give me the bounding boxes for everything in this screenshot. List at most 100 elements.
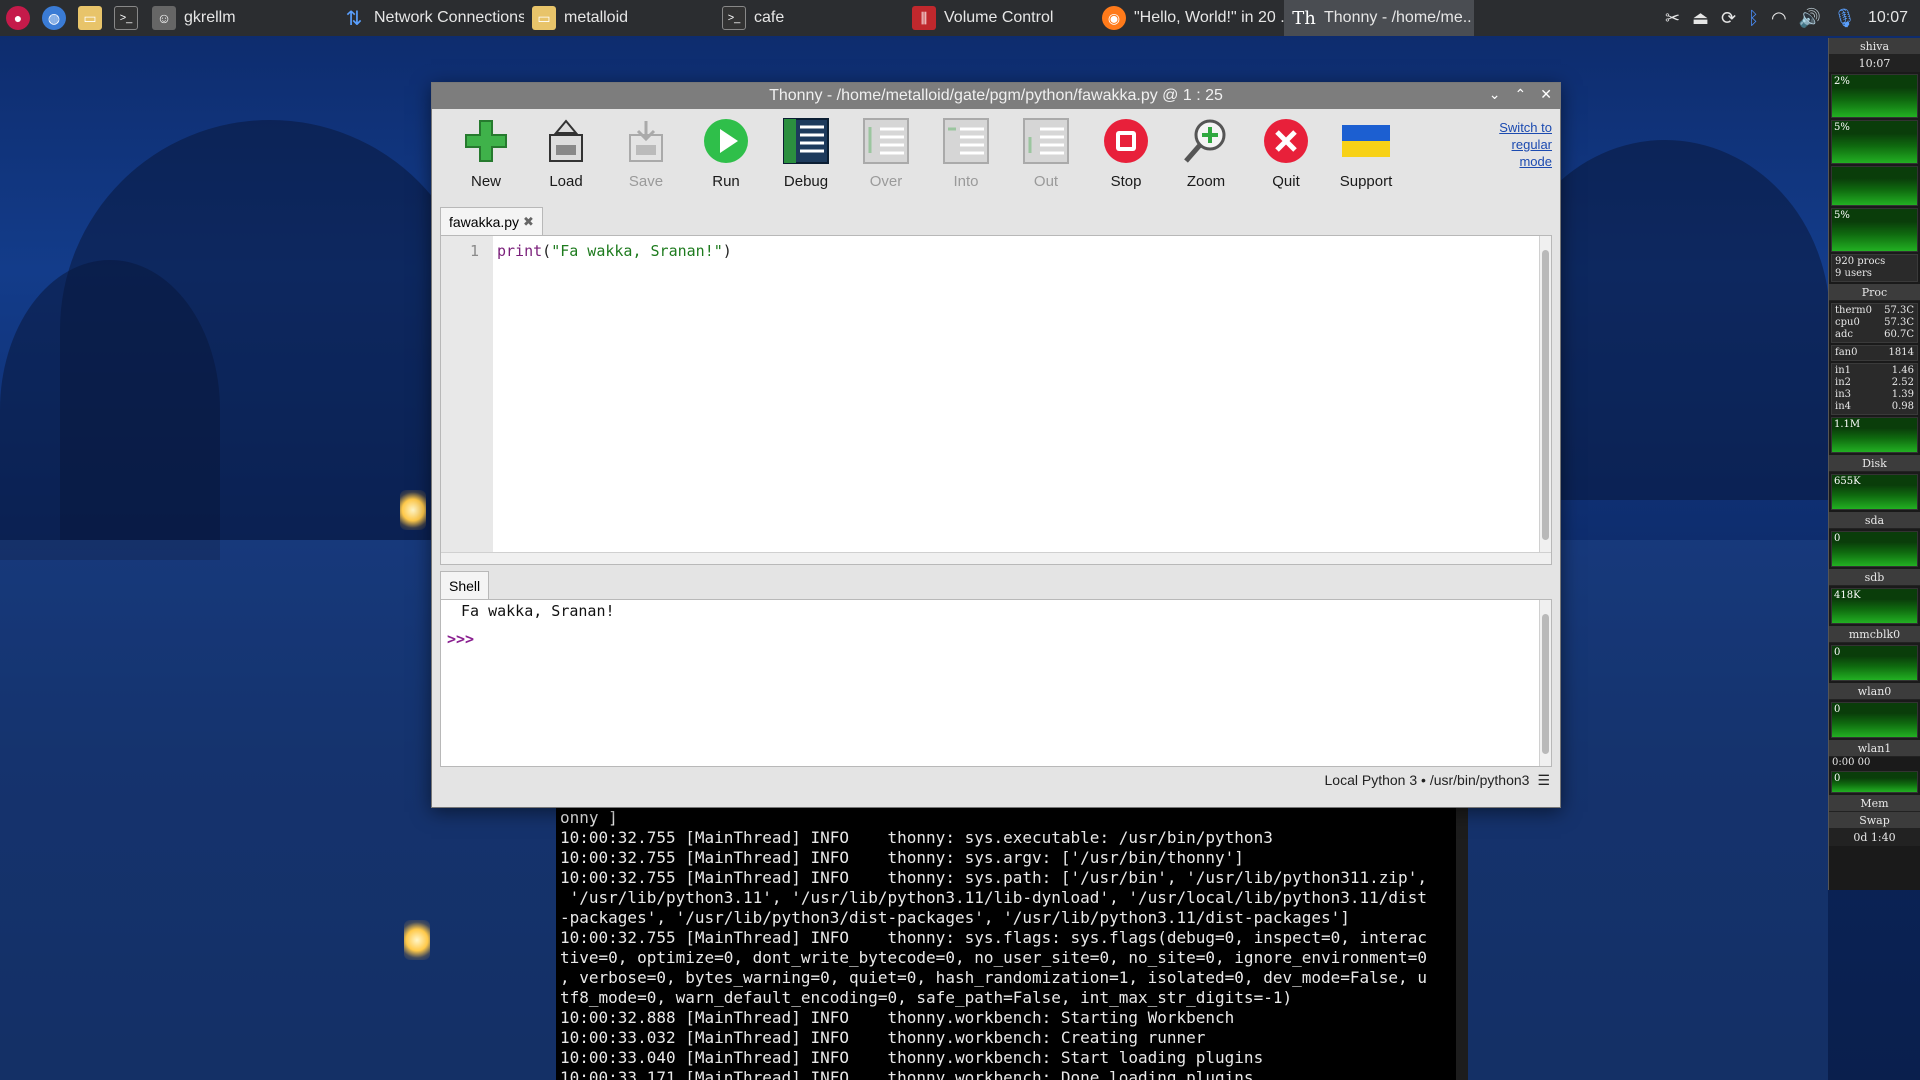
browser-launcher[interactable]: ◍ (36, 0, 72, 36)
step-out-icon (1023, 118, 1069, 164)
tab-fawakka[interactable]: fawakka.py ✖ (440, 207, 543, 235)
raspberry-menu-button[interactable]: ● (0, 0, 36, 36)
out-label: Out (1033, 173, 1059, 190)
gk-sda-label: sda (1829, 512, 1920, 529)
shell-tabbar: Shell (432, 569, 1560, 599)
volume-icon[interactable]: 🔊 (1799, 8, 1821, 29)
zoom-button[interactable]: Zoom (1166, 109, 1246, 205)
gk-proc-label: Proc (1829, 284, 1920, 301)
close-tab-icon[interactable]: ✖ (523, 214, 534, 230)
gk-cpu-chart: 5% (1831, 208, 1918, 252)
task-label: Volume Control (944, 9, 1054, 26)
scrollbar-thumb[interactable] (1542, 250, 1549, 540)
eject-icon[interactable]: ⏏ (1692, 8, 1709, 29)
microphone-icon[interactable]: 🎙 (1833, 8, 1856, 29)
code-editor[interactable]: 1 print("Fa wakka, Sranan!") (440, 235, 1552, 565)
task-label: metalloid (564, 9, 629, 26)
scrollbar-thumb[interactable] (1542, 614, 1549, 754)
task-metalloid[interactable]: ▭ metalloid (524, 0, 714, 36)
gk-sdb-label: sdb (1829, 569, 1920, 586)
stop-button[interactable]: Stop (1086, 109, 1166, 205)
gk-sdb-value: 418K (1834, 590, 1861, 601)
maximize-icon[interactable]: ⌃ (1515, 86, 1527, 103)
interpreter-status[interactable]: Local Python 3 • /usr/bin/python3 (1325, 772, 1530, 788)
bluetooth-icon[interactable]: ᛒ (1748, 8, 1759, 29)
load-button[interactable]: Load (526, 109, 606, 205)
zoom-label: Zoom (1186, 173, 1226, 190)
gk-clock: 10:07 (1829, 55, 1920, 72)
clock[interactable]: 10:07 (1868, 9, 1908, 27)
task-gkrellm[interactable]: ☺ gkrellm (144, 0, 334, 36)
into-label: Into (953, 173, 979, 190)
gk-net-rate: 1.1M (1834, 419, 1861, 430)
python-shell[interactable]: Fa wakka, Sranan! >>> (440, 599, 1552, 767)
code-keyword: print (497, 242, 543, 260)
status-bar: Local Python 3 • /usr/bin/python3 ☰ (432, 767, 1560, 793)
minimize-icon[interactable]: ⌄ (1489, 86, 1501, 103)
window-titlebar[interactable]: Thonny - /home/metalloid/gate/pgm/python… (432, 83, 1560, 109)
task-label: gkrellm (184, 9, 236, 26)
thonny-icon: Th (1292, 7, 1316, 29)
terminal-scrollbar[interactable] (1456, 808, 1468, 1080)
task-firefox[interactable]: ◉ "Hello, World!" in 20 .. (1094, 0, 1284, 36)
gk-volt-value: 2.52 (1891, 377, 1914, 388)
task-label: cafe (754, 9, 785, 26)
load-icon (549, 119, 583, 162)
step-out-button[interactable]: Out (1006, 109, 1086, 205)
task-cafe[interactable]: >_ cafe (714, 0, 904, 36)
hamburger-menu-icon[interactable]: ☰ (1537, 772, 1550, 789)
shell-scrollbar[interactable] (1539, 600, 1551, 766)
file-manager-launcher[interactable]: ▭ (72, 0, 108, 36)
quit-button[interactable]: Quit (1246, 109, 1326, 205)
terminal-line: 10:00:33.032 [MainThread] INFO thonny.wo… (560, 1028, 1206, 1047)
gk-disk-label: Disk (1829, 455, 1920, 472)
save-button[interactable]: Save (606, 109, 686, 205)
run-button[interactable]: Run (686, 109, 766, 205)
update-icon[interactable]: ⟳ (1721, 8, 1736, 29)
debug-button[interactable]: Debug (766, 109, 846, 205)
plus-icon (465, 120, 507, 162)
wifi-icon[interactable]: ◠ (1771, 8, 1787, 29)
step-into-button[interactable]: Into (926, 109, 1006, 205)
gk-sda-value: 0 (1834, 533, 1841, 544)
new-label: New (470, 173, 501, 190)
stop-icon (1104, 119, 1148, 163)
gk-sensor-value: 57.3C (1884, 317, 1914, 328)
screenshot-icon[interactable]: ✂ (1665, 8, 1680, 29)
gk-fan: fan0 1814 (1831, 345, 1918, 361)
close-icon[interactable]: ✕ (1540, 86, 1552, 103)
tab-shell[interactable]: Shell (440, 571, 490, 599)
gk-mmc-label: mmcblk0 (1829, 626, 1920, 643)
code-paren: ) (722, 242, 732, 260)
task-network-connections[interactable]: ⇅ Network Connections (334, 0, 524, 36)
line-number-gutter: 1 (441, 236, 493, 564)
play-icon (704, 119, 748, 163)
step-into-icon (943, 118, 989, 164)
new-button[interactable]: New (446, 109, 526, 205)
step-over-button[interactable]: Over (846, 109, 926, 205)
shell-prompt[interactable]: >>> (447, 630, 1545, 648)
gk-volt-value: 1.46 (1891, 365, 1914, 376)
folder-icon: ▭ (78, 6, 102, 30)
gk-sensor-name: therm0 (1835, 305, 1873, 316)
terminal-launcher[interactable]: >_ (108, 0, 144, 36)
gk-wlan0-chart: 0 (1831, 702, 1918, 738)
support-label: Support (1339, 173, 1393, 190)
toolbar: New Load Save Run Debug Over Into Out St… (432, 109, 1560, 205)
ukraine-flag-icon (1342, 125, 1390, 157)
editor-vertical-scrollbar[interactable] (1539, 236, 1551, 564)
support-button[interactable]: Support (1326, 109, 1406, 205)
gk-mem-label: Mem (1829, 795, 1920, 812)
gk-wlan1-label: wlan1 (1829, 740, 1920, 757)
terminal-line: 10:00:32.755 [MainThread] INFO thonny: s… (560, 848, 1244, 867)
gk-sensor-value: 57.3C (1884, 305, 1914, 316)
task-label: Network Connections (374, 9, 524, 26)
task-thonny[interactable]: Th Thonny - /home/me.. (1284, 0, 1474, 36)
editor-horizontal-scrollbar[interactable] (441, 552, 1551, 564)
run-label: Run (712, 173, 740, 190)
code-text[interactable]: print("Fa wakka, Sranan!") (493, 236, 736, 564)
task-volume-control[interactable]: ⫼ Volume Control (904, 0, 1094, 36)
terminal-window[interactable]: onny ] 10:00:32.755 [MainThread] INFO tho… (556, 808, 1468, 1080)
switch-mode-link[interactable]: Switch to regular mode (1499, 119, 1552, 170)
terminal-output: onny ] 10:00:32.755 [MainThread] INFO tho… (560, 808, 1464, 1080)
